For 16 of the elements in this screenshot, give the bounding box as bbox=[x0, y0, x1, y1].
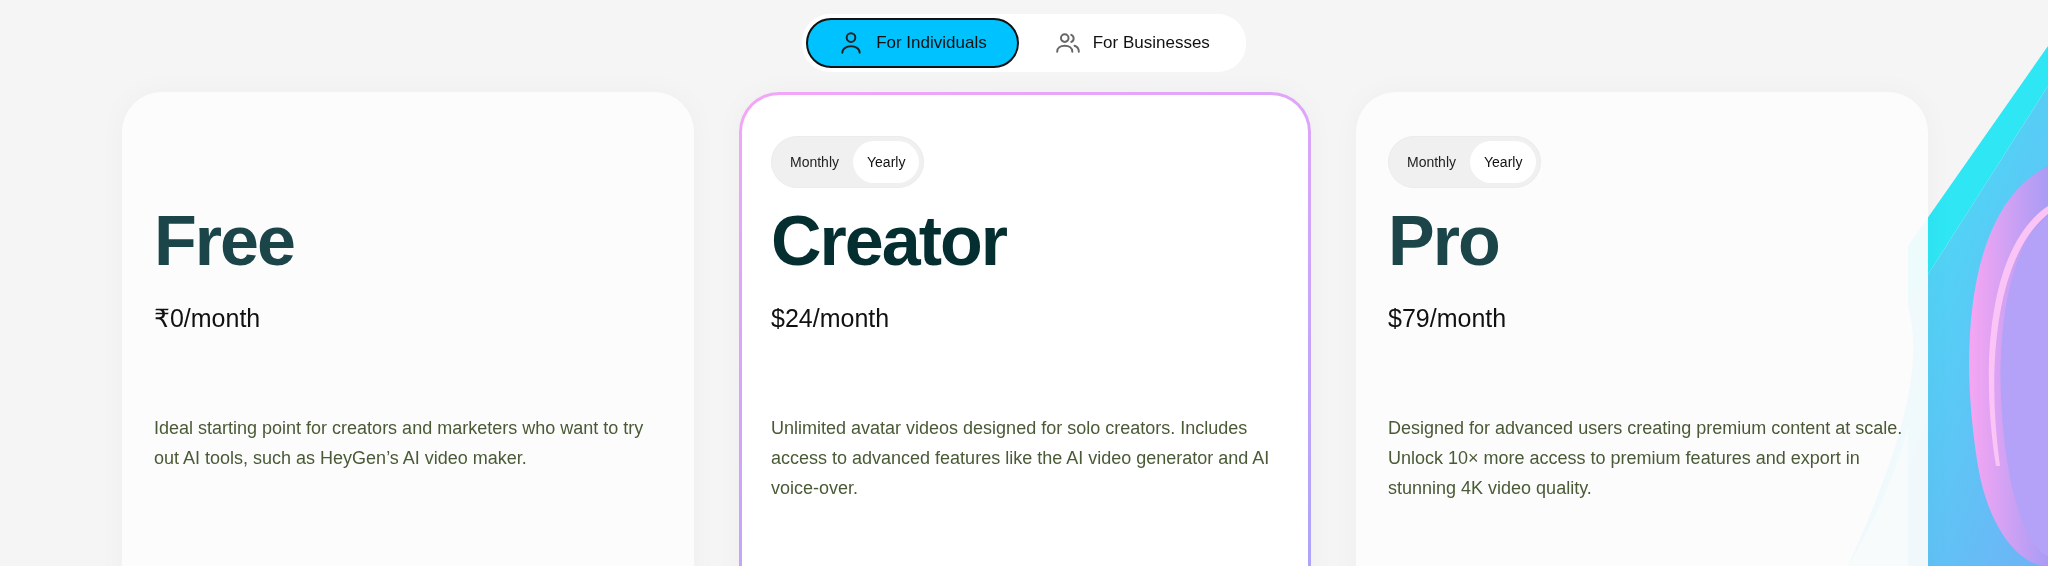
plan-name: Creator bbox=[771, 206, 1008, 276]
billing-option[interactable]: Monthly bbox=[1393, 141, 1471, 183]
plan-price: $79/month bbox=[1388, 304, 1508, 333]
billing-option[interactable]: Yearly bbox=[1470, 141, 1537, 183]
plan-price: ₹0/month bbox=[154, 304, 262, 333]
plan-description: Designed for advanced users creating premium content at scale. Unlock 10× more access to premium features and export in stunning 4K video quality. bbox=[1388, 417, 1903, 500]
plan-name: Free bbox=[154, 206, 295, 276]
plan-description: Ideal starting point for creators and marketers who want to try out AI tools, such as HeyGen’s AI video maker. bbox=[154, 417, 645, 470]
audience-tab[interactable]: For Businesses bbox=[1022, 18, 1242, 68]
plan-description: Unlimited avatar videos designed for solo creators. Includes access to advanced features like the AI video generator and AI voice-over. bbox=[771, 417, 1271, 500]
plan-price: $24/month bbox=[771, 304, 891, 333]
billing-option[interactable]: Monthly bbox=[776, 141, 854, 183]
billing-option[interactable]: Yearly bbox=[853, 141, 920, 183]
people-icon bbox=[1054, 30, 1081, 56]
plan-name: Pro bbox=[1388, 206, 1500, 276]
audience-tab[interactable]: For Individuals bbox=[806, 18, 1019, 68]
